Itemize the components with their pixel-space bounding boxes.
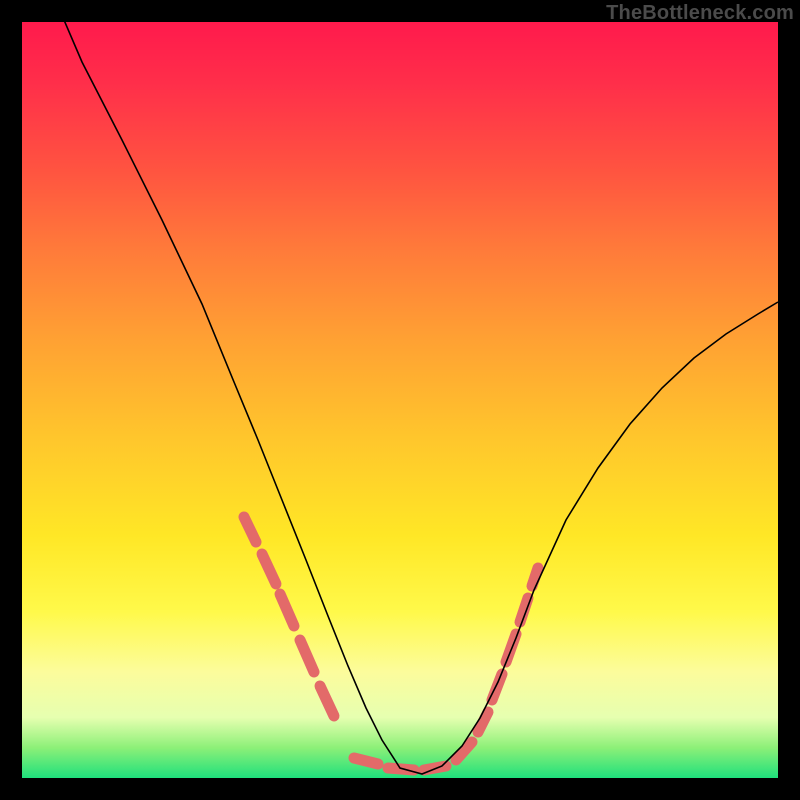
watermark-text: TheBottleneck.com — [606, 2, 794, 25]
marker-left-5 — [320, 686, 334, 716]
plot-area — [22, 22, 778, 778]
marker-left-4 — [300, 640, 314, 672]
main-curve — [52, 22, 778, 774]
chart-frame: TheBottleneck.com — [0, 0, 800, 800]
marker-right-1 — [456, 742, 472, 760]
marker-group — [244, 517, 538, 770]
marker-right-2 — [478, 712, 488, 732]
curve-svg — [22, 22, 778, 778]
marker-left-2 — [262, 554, 276, 584]
marker-left-1 — [244, 517, 256, 542]
marker-bottom-1 — [354, 758, 378, 764]
marker-left-3 — [280, 594, 294, 626]
